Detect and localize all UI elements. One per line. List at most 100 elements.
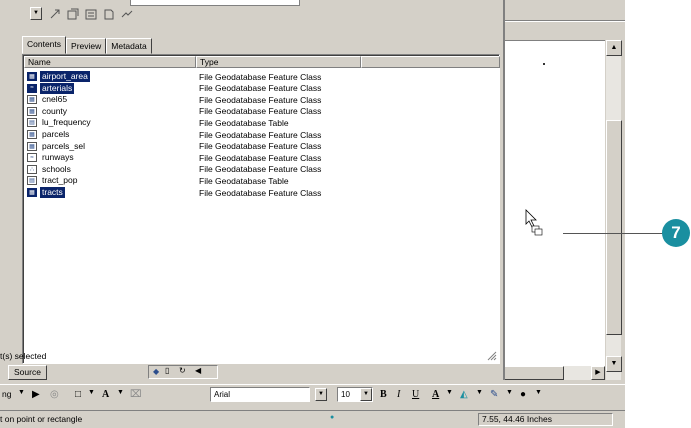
list-item[interactable]: ≈ arterials File Geodatabase Feature Class (27, 82, 359, 94)
list-item[interactable]: ≈ runways File Geodatabase Feature Class (27, 152, 359, 163)
list-item[interactable]: ∴ schools File Geodatabase Feature Class (27, 164, 359, 175)
line-color-icon[interactable]: ✎ (490, 389, 498, 400)
list-item[interactable]: ▤ tract_pop File Geodatabase Table (27, 175, 359, 186)
font-color-dropdown-icon[interactable]: ▼ (446, 389, 453, 396)
list-item[interactable]: ▦ airport_area File Geodatabase Feature Cl… (27, 71, 359, 82)
list-item[interactable]: ▤ lu_frequency File Geodatabase Table (27, 117, 359, 128)
line-color-dropdown-icon[interactable]: ▼ (506, 389, 513, 396)
item-name: cnel65 (42, 94, 68, 105)
item-name: arterials (40, 82, 75, 94)
catalog-toolbar: ▼ (0, 0, 505, 34)
line-fc-icon: ≈ (27, 83, 37, 93)
thumbnails-icon[interactable] (101, 6, 117, 22)
edit-vertices-icon[interactable]: ⌧ (130, 389, 142, 400)
rotate-icon[interactable]: ◎ (50, 389, 59, 400)
marker-color-dropdown-icon[interactable]: ▼ (535, 389, 542, 396)
fill-color-icon[interactable]: ◭ (460, 389, 468, 400)
status-indicator-icon: ● (330, 414, 335, 421)
list-header: Name Type (24, 56, 500, 68)
status-message: t on point or rectangle (0, 414, 83, 424)
list-item[interactable]: ▦ tracts File Geodatabase Feature Class (27, 187, 359, 198)
polygon-fc-icon: ▦ (27, 72, 37, 81)
table-icon: ▤ (27, 176, 37, 186)
rectangle-dropdown-icon[interactable]: ▼ (88, 389, 95, 396)
item-type: File Geodatabase Table (199, 117, 289, 128)
polygon-fc-icon: ▦ (27, 130, 37, 139)
drag-copy-cursor-icon (525, 209, 543, 236)
item-name: county (42, 105, 68, 116)
source-tab[interactable]: Source (8, 365, 47, 380)
select-elements-icon[interactable]: ▶ (32, 389, 40, 400)
layout-view-buttons[interactable]: ◆ ▯ ↻ ◀ (148, 365, 218, 379)
marker-color-icon[interactable]: ● (520, 389, 526, 400)
item-type: File Geodatabase Feature Class (199, 71, 322, 82)
dropdown-arrow-icon[interactable]: ▼ (30, 7, 42, 20)
map-vertical-scrollbar[interactable]: ▲ ▼ (605, 40, 622, 380)
item-name: tract_pop (42, 175, 78, 186)
italic-button[interactable]: I (397, 389, 400, 400)
arcmap-toolbar-area (505, 0, 625, 40)
data-view-icon[interactable]: ◆ (153, 367, 159, 376)
item-type: File Geodatabase Feature Class (199, 129, 322, 140)
column-header-blank (361, 56, 500, 68)
tab-metadata[interactable]: Metadata (106, 38, 152, 54)
contents-list[interactable]: Name Type ▦ airport_area File Geodatabase … (22, 54, 500, 364)
tab-preview[interactable]: Preview (66, 38, 107, 54)
launch-arcmap-icon[interactable] (119, 6, 135, 22)
item-type: File Geodatabase Feature Class (199, 141, 322, 152)
drawing-menu-fragment[interactable]: ng (2, 389, 11, 399)
map-dot (543, 63, 545, 65)
font-size-dropdown-icon[interactable]: ▼ (360, 388, 372, 401)
layout-view-icon[interactable]: ▯ (165, 366, 169, 375)
status-bar: t on point or rectangle ● 7.55, 44.46 In… (0, 410, 625, 428)
drawing-dropdown-icon[interactable]: ▼ (18, 389, 25, 396)
column-header-type[interactable]: Type (196, 56, 361, 68)
item-type: File Geodatabase Feature Class (199, 94, 322, 105)
polygon-fc-icon: ▦ (27, 106, 37, 116)
polygon-fc-icon: ▦ (27, 141, 37, 151)
catalog-tabs: Contents Preview Metadata (22, 36, 152, 54)
list-item[interactable]: ▦ cnel65 File Geodatabase Feature Class (27, 94, 359, 105)
large-icons-icon[interactable] (47, 6, 63, 22)
tab-contents[interactable]: Contents (22, 36, 67, 54)
text-dropdown-icon[interactable]: ▼ (117, 389, 124, 396)
underline-button[interactable]: U (412, 389, 419, 400)
font-name-dropdown-icon[interactable]: ▼ (315, 388, 327, 401)
font-name-field[interactable]: Arial (210, 387, 310, 402)
list-item[interactable]: ▦ parcels_sel File Geodatabase Feature Cla… (27, 141, 359, 152)
polygon-fc-icon: ▦ (27, 188, 37, 197)
refresh-icon[interactable]: ↻ (179, 366, 186, 375)
item-name: airport_area (40, 71, 90, 82)
resize-grip-icon[interactable] (487, 351, 497, 361)
list-icon[interactable] (65, 6, 81, 22)
fill-color-dropdown-icon[interactable]: ▼ (476, 389, 483, 396)
item-type: File Geodatabase Feature Class (199, 83, 322, 94)
draw-toolbar: ng ▼ ▶ ◎ □ ▼ A ▼ ⌧ B I U A ▼ ◭ ▼ ✎ ▼ ● ▼ (0, 384, 625, 406)
bold-button[interactable]: B (380, 389, 387, 400)
scroll-thumb[interactable] (606, 120, 622, 335)
line-fc-icon: ≈ (27, 153, 37, 163)
list-item[interactable]: ▦ parcels File Geodatabase Feature Class (27, 129, 359, 140)
scroll-left-icon[interactable]: ◀ (195, 366, 201, 375)
catalog-status: t(s) selected (0, 348, 505, 364)
list-item[interactable]: ▦ county File Geodatabase Feature Class (27, 106, 359, 117)
toc-tab-bar: Source ◆ ▯ ↻ ◀ (0, 364, 625, 382)
text-icon[interactable]: A (102, 389, 109, 400)
polygon-fc-icon: ▦ (27, 95, 37, 105)
item-type: File Geodatabase Feature Class (199, 106, 322, 117)
table-icon: ▤ (27, 118, 37, 128)
scroll-up-button[interactable]: ▲ (606, 40, 622, 56)
catalog-window: ▼ Contents Preview Metadata Name Type ▦ … (0, 0, 505, 380)
details-icon[interactable] (83, 6, 99, 22)
item-type: File Geodatabase Feature Class (199, 152, 322, 163)
item-name: schools (42, 163, 71, 174)
item-type: File Geodatabase Table (199, 175, 289, 186)
callout-line (563, 233, 663, 234)
column-header-name[interactable]: Name (24, 56, 196, 68)
item-name: parcels (42, 129, 70, 139)
map-display[interactable] (505, 40, 605, 380)
item-type: File Geodatabase Feature Class (199, 187, 322, 198)
rectangle-icon[interactable]: □ (75, 389, 81, 400)
font-color-icon[interactable]: A (432, 389, 439, 400)
selection-count: t(s) selected (0, 351, 47, 361)
